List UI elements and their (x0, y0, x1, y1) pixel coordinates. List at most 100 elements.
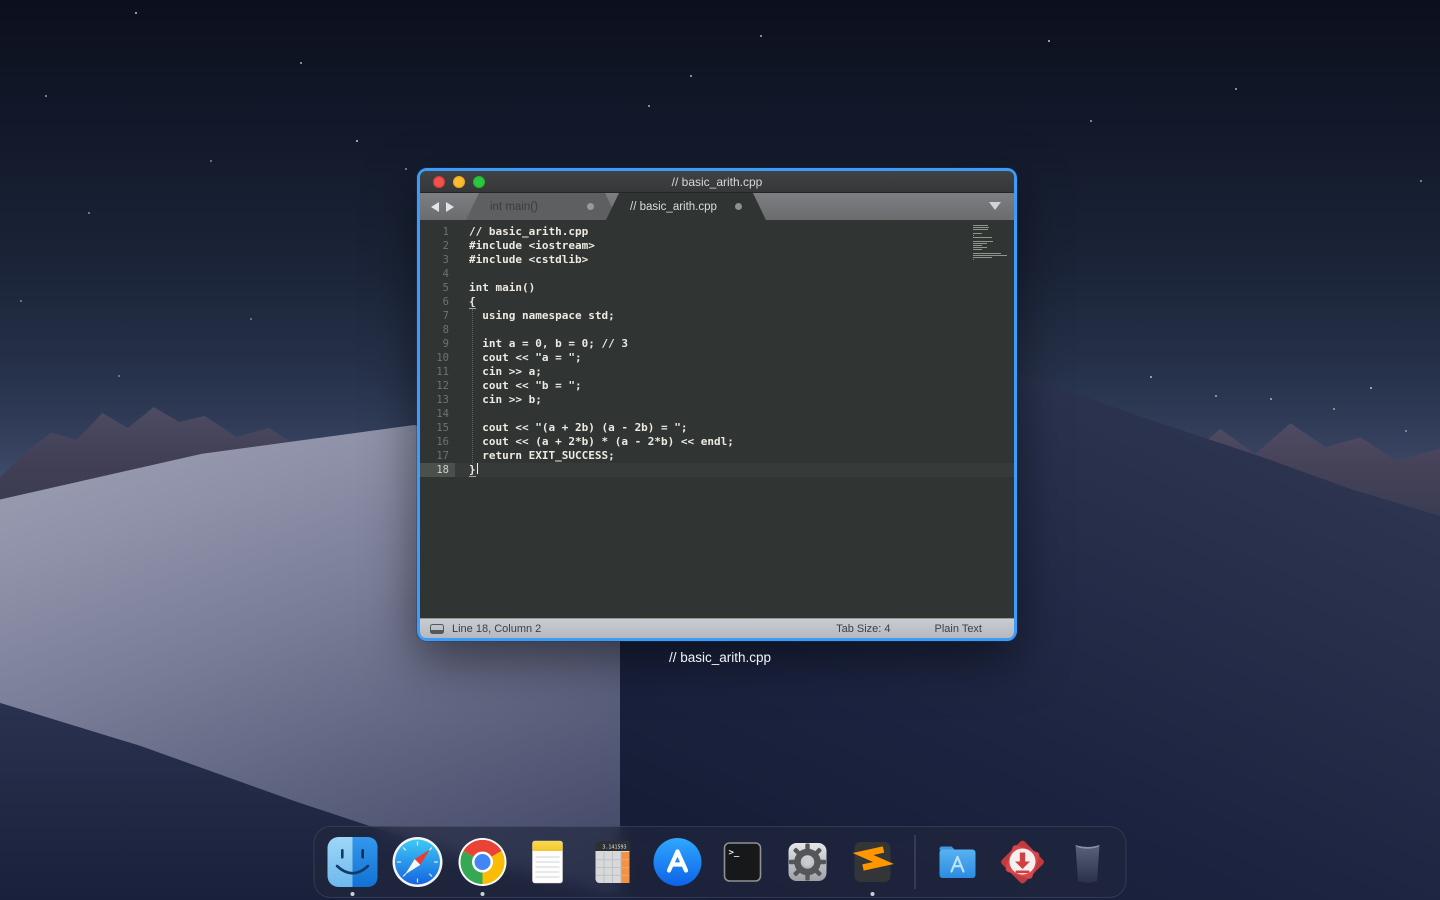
calculator-icon: 3.141593 (587, 836, 639, 888)
code-line: 2 #include <iostream> (420, 239, 1014, 253)
code-text: cout << "(a + 2b) (a - 2b) = "; (469, 421, 688, 435)
tab-int-main[interactable]: int main() (466, 193, 618, 220)
line-number: 18 (420, 463, 455, 477)
safari-icon (392, 836, 444, 888)
text-cursor (477, 463, 479, 474)
code-line: 9 int a = 0, b = 0; // 3 (420, 337, 1014, 351)
cursor-position[interactable]: Line 18, Column 2 (452, 623, 836, 635)
applications-folder-icon (932, 836, 984, 888)
code-text: cin >> a; (469, 365, 542, 379)
modified-dot-icon (735, 203, 742, 210)
code-text: #include <cstdlib> (469, 253, 588, 267)
dock-item-terminal[interactable]: >_ (717, 836, 769, 888)
window-titlebar[interactable]: // basic_arith.cpp (420, 171, 1014, 193)
dock-item-trash[interactable] (1062, 836, 1114, 888)
code-line: 15 cout << "(a + 2b) (a - 2b) = "; (420, 421, 1014, 435)
line-number: 14 (420, 407, 455, 421)
dock-item-downloads[interactable] (997, 836, 1049, 888)
line-number: 9 (420, 337, 455, 351)
window-title: // basic_arith.cpp (420, 171, 1014, 192)
line-number: 13 (420, 393, 455, 407)
nav-forward-icon[interactable] (446, 202, 454, 212)
minimap[interactable] (973, 225, 1011, 261)
line-number: 4 (420, 267, 455, 281)
line-number: 2 (420, 239, 455, 253)
code-text: #include <iostream> (469, 239, 595, 253)
code-line: 12 cout << "b = "; (420, 379, 1014, 393)
line-number: 17 (420, 449, 455, 463)
panel-toggle-icon[interactable] (430, 624, 444, 634)
code-line: 8 (420, 323, 1014, 337)
dock-item-sublime-text[interactable] (847, 836, 899, 888)
status-bar: Line 18, Column 2 Tab Size: 4 Plain Text (420, 618, 1014, 638)
code-line: 14 (420, 407, 1014, 421)
code-line: 18 } (420, 463, 1014, 477)
code-text: } (469, 463, 478, 477)
code-line: 3 #include <cstdlib> (420, 253, 1014, 267)
code-line: 17 return EXIT_SUCCESS; (420, 449, 1014, 463)
trash-icon (1062, 836, 1114, 888)
code-text: using namespace std; (469, 309, 615, 323)
window-caption: // basic_arith.cpp (417, 650, 1023, 665)
dock-item-chrome[interactable] (457, 836, 509, 888)
tabs: int main() // basic_arith.cpp (466, 193, 766, 220)
code-line: 11 cin >> a; (420, 365, 1014, 379)
code-text: cout << "a = "; (469, 351, 582, 365)
terminal-icon: >_ (717, 836, 769, 888)
code-line: 10 cout << "a = "; (420, 351, 1014, 365)
code-area[interactable]: 1 // basic_arith.cpp 2 #include <iostrea… (420, 220, 1014, 477)
notes-icon (522, 836, 574, 888)
nav-back-icon[interactable] (431, 202, 439, 212)
dock-item-calculator[interactable]: 3.141593 (587, 836, 639, 888)
dock-item-app-store[interactable] (652, 836, 704, 888)
indent-guide (472, 309, 473, 463)
modified-dot-icon (587, 203, 594, 210)
system-preferences-icon (782, 836, 834, 888)
code-text: { (469, 295, 476, 309)
line-number: 15 (420, 421, 455, 435)
chrome-icon (457, 836, 509, 888)
code-text: cout << (a + 2*b) * (a - 2*b) << endl; (469, 435, 734, 449)
dock-item-system-preferences[interactable] (782, 836, 834, 888)
code-line: 5 int main() (420, 281, 1014, 295)
dock-item-notes[interactable] (522, 836, 574, 888)
line-number: 16 (420, 435, 455, 449)
dock-separator (915, 835, 916, 889)
code-text: // basic_arith.cpp (469, 225, 588, 239)
dock-item-safari[interactable] (392, 836, 444, 888)
tab-overflow-icon[interactable] (989, 202, 1001, 210)
download-manager-icon (997, 836, 1049, 888)
line-number: 8 (420, 323, 455, 337)
code-line: 13 cin >> b; (420, 393, 1014, 407)
editor[interactable]: 1 // basic_arith.cpp 2 #include <iostrea… (420, 220, 1014, 618)
tab-size-indicator[interactable]: Tab Size: 4 (836, 623, 890, 635)
tab-label: // basic_arith.cpp (630, 201, 717, 213)
tab-nav (420, 193, 466, 220)
line-number: 12 (420, 379, 455, 393)
app-store-icon (652, 836, 704, 888)
code-text: return EXIT_SUCCESS; (469, 449, 615, 463)
line-number: 10 (420, 351, 455, 365)
line-number: 7 (420, 309, 455, 323)
dock-item-finder[interactable] (327, 836, 379, 888)
tab-bar: int main() // basic_arith.cpp (420, 193, 1014, 220)
sublime-text-icon (847, 836, 899, 888)
code-line: 7 using namespace std; (420, 309, 1014, 323)
finder-icon (327, 836, 379, 888)
dock: 3.141593 >_ (314, 826, 1127, 898)
dock-item-applications-folder[interactable] (932, 836, 984, 888)
code-line: 4 (420, 267, 1014, 281)
code-text: int a = 0, b = 0; // 3 (469, 337, 628, 351)
desktop: // basic_arith.cpp int main() // basic_a… (0, 0, 1440, 900)
tab-basic-arith[interactable]: // basic_arith.cpp (606, 193, 766, 220)
tab-label: int main() (490, 201, 538, 213)
terminal-prompt: >_ (729, 848, 740, 858)
line-number: 5 (420, 281, 455, 295)
wallpaper-stars (0, 0, 2, 2)
code-text: int main() (469, 281, 535, 295)
code-line: 1 // basic_arith.cpp (420, 225, 1014, 239)
line-number: 3 (420, 253, 455, 267)
line-number: 6 (420, 295, 455, 309)
code-line: 6 { (420, 295, 1014, 309)
syntax-mode-indicator[interactable]: Plain Text (935, 623, 983, 635)
